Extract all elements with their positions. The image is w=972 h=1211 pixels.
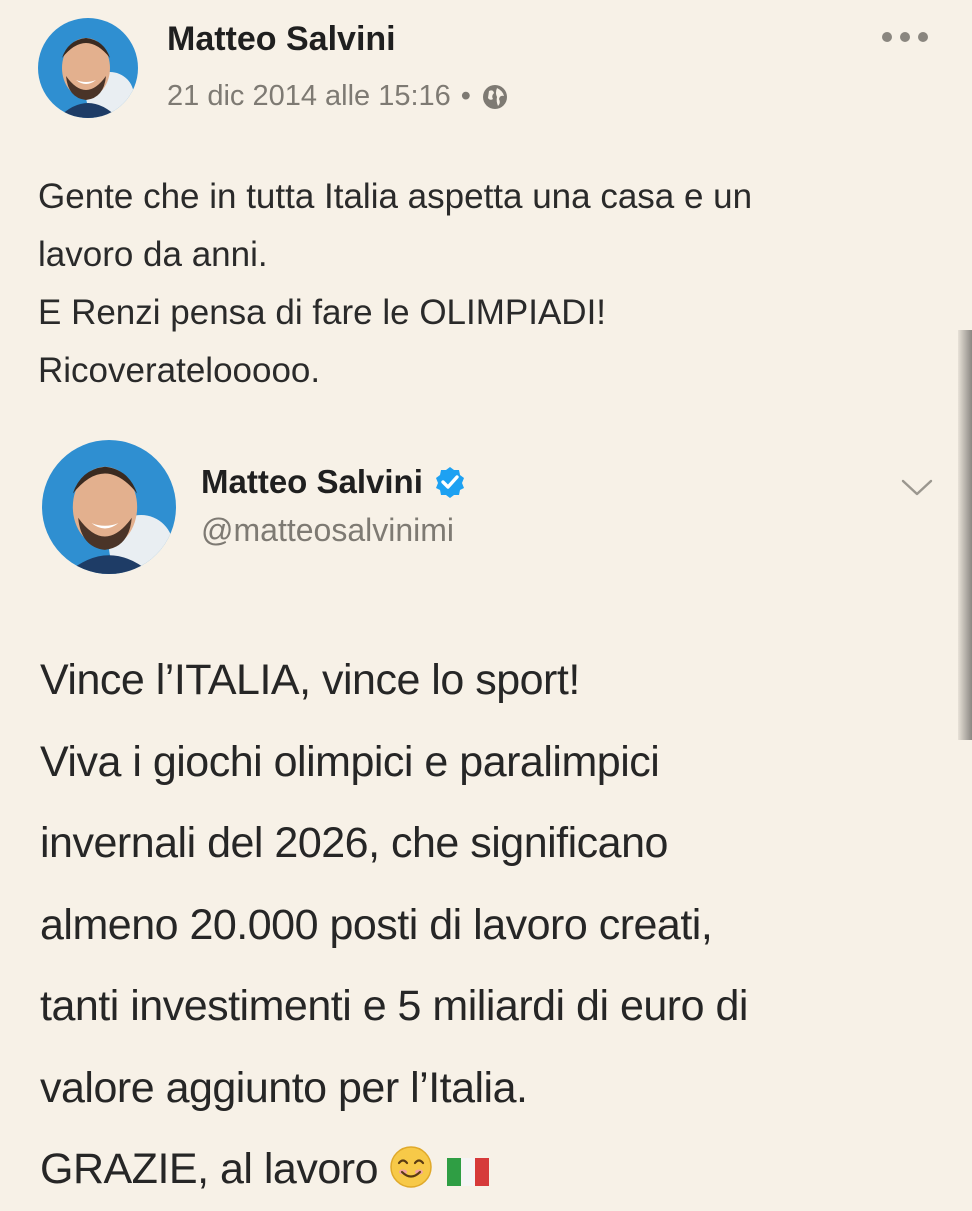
tweet-text-line: Viva i giochi olimpici e paralimpici [40, 737, 660, 786]
post-timestamp[interactable]: 21 dic 2014 alle 15:16 [167, 80, 451, 113]
tweet-handle[interactable]: @matteosalvinimi [201, 512, 454, 549]
tweet-text-line: valore aggiunto per l’Italia. [40, 1063, 528, 1112]
tweet-author[interactable]: Matteo Salvini [201, 463, 467, 501]
tweet-text: Vince l’ITALIA, vince lo sport! Viva i g… [40, 640, 960, 1211]
edge-shadow [958, 330, 972, 740]
post-text: Gente che in tutta Italia aspetta una ca… [38, 168, 938, 400]
tweet-avatar[interactable] [42, 440, 176, 574]
avatar-photo [38, 18, 138, 118]
globe-icon[interactable] [481, 83, 509, 111]
post-text-line: E Renzi pensa di fare le OLIMPIADI! [38, 293, 607, 332]
chevron-down-icon[interactable] [900, 477, 934, 499]
tweet-author-name[interactable]: Matteo Salvini [201, 463, 423, 501]
post-author-name[interactable]: Matteo Salvini [167, 20, 396, 59]
avatar-photo [42, 440, 176, 574]
meta-separator: • [460, 80, 471, 112]
avatar[interactable] [38, 18, 138, 118]
smiling-face-emoji [390, 1146, 433, 1188]
italy-flag-emoji [446, 1158, 489, 1186]
tweet-text-line: GRAZIE, al lavoro [40, 1145, 379, 1193]
tweet-text-line: almeno 20.000 posti di lavoro creati, [40, 900, 713, 949]
post-text-line: Ricoveratelooooo. [38, 351, 321, 390]
tweet-text-line: Vince l’ITALIA, vince lo sport! [40, 656, 580, 704]
more-horizontal-icon[interactable] [880, 30, 930, 44]
post-text-line: lavoro da anni. [38, 235, 268, 274]
tweet-text-line: invernali del 2026, che significano [40, 819, 668, 867]
verified-badge-icon [435, 467, 464, 498]
post-text-line: Gente che in tutta Italia aspetta una ca… [38, 177, 753, 216]
post-meta: 21 dic 2014 alle 15:16 • [167, 80, 509, 113]
tweet-text-line: tanti investimenti e 5 miliardi di euro … [40, 982, 748, 1030]
tweet-text-last-line: GRAZIE, al lavoro [40, 1129, 960, 1211]
